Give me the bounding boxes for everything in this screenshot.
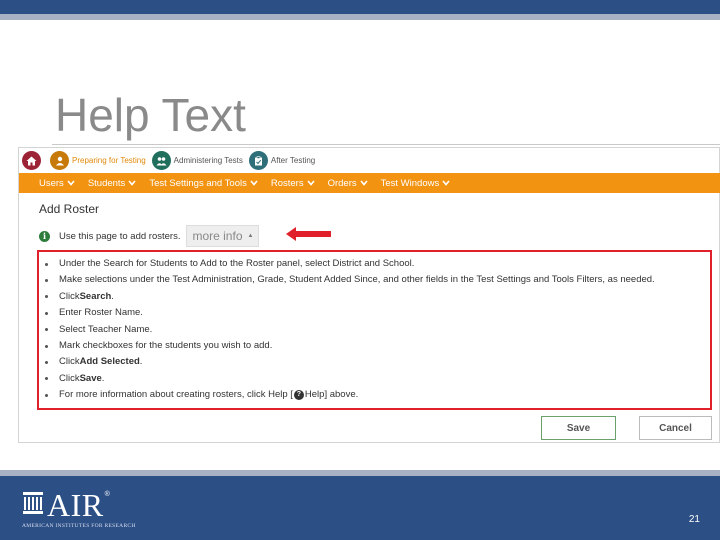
- title-divider: [52, 144, 720, 145]
- chevron-down-icon: [67, 180, 75, 186]
- help-item-text: Click: [59, 290, 80, 302]
- help-item-text: Help] above.: [304, 389, 359, 401]
- help-item-bold: Save: [79, 372, 102, 384]
- crumb-label: After Testing: [270, 156, 316, 165]
- bullet: [45, 279, 48, 283]
- air-logo: AIR ®: [22, 487, 110, 523]
- more-info-label: more info: [192, 229, 243, 243]
- help-item-text: Click: [59, 372, 80, 384]
- list-item: Click Search.: [45, 289, 710, 305]
- help-item-text: Make selections under the Test Administr…: [59, 274, 655, 286]
- list-item: Enter Roster Name.: [45, 305, 710, 321]
- page-info: i Use this page to add rosters. more inf…: [39, 225, 260, 247]
- help-item-bold: Search: [79, 290, 112, 302]
- bullet: [45, 311, 48, 315]
- info-icon: i: [39, 230, 50, 242]
- nav-label: Rosters: [270, 177, 304, 189]
- breadcrumb: Preparing for Testing Administering Test…: [19, 148, 720, 173]
- list-item: For more information about creating rost…: [45, 387, 710, 403]
- help-item-text: Under the Search for Students to Add to …: [59, 258, 415, 269]
- chevron-down-icon: [306, 180, 315, 186]
- top-banner: [0, 0, 720, 14]
- help-question-icon: ?: [293, 390, 304, 401]
- list-item: Mark checkboxes for the students you wis…: [45, 338, 710, 354]
- chevron-down-icon: [442, 180, 450, 186]
- user-icon: [50, 151, 69, 170]
- help-item-text: .: [111, 290, 114, 302]
- page-heading: Add Roster: [39, 202, 100, 216]
- cancel-button[interactable]: Cancel: [639, 416, 712, 440]
- nav-test-settings-and-tools[interactable]: Test Settings and Tools: [149, 178, 258, 189]
- nav-students[interactable]: Students: [88, 178, 137, 189]
- crumb-preparing-for-testing[interactable]: Preparing for Testing: [50, 151, 146, 170]
- bullet: [45, 361, 48, 365]
- nav-test-windows[interactable]: Test Windows: [381, 178, 451, 189]
- nav-users[interactable]: Users: [39, 178, 75, 189]
- page-number: 21: [688, 514, 700, 525]
- bullet: [45, 262, 48, 266]
- help-list: Under the Search for Students to Add to …: [45, 256, 710, 404]
- crumb-administering-tests[interactable]: Administering Tests: [151, 151, 243, 170]
- help-item-text: Select Teacher Name.: [59, 323, 153, 335]
- help-item-text: Click: [59, 356, 80, 368]
- caret-up-icon: ▲: [247, 233, 254, 239]
- help-item-text: .: [139, 356, 143, 368]
- help-item-text: For more information about creating rost…: [59, 389, 293, 401]
- nav-rosters[interactable]: Rosters: [271, 178, 315, 189]
- chevron-down-icon: [360, 180, 368, 186]
- logo-text: AIR: [47, 487, 104, 523]
- save-button[interactable]: Save: [541, 416, 616, 440]
- clipboard-icon: [248, 151, 268, 170]
- crumb-label: Preparing for Testing: [72, 156, 146, 165]
- nav-label: Students: [87, 177, 126, 189]
- people-icon: [151, 151, 171, 170]
- help-item-bold: Add Selected: [79, 356, 140, 368]
- air-building-icon: [23, 492, 43, 514]
- list-item: Make selections under the Test Administr…: [45, 272, 710, 288]
- nav-label: Test Settings and Tools: [149, 177, 247, 189]
- crumb-home[interactable]: [22, 151, 44, 170]
- help-item-text: Mark checkboxes for the students you wis…: [59, 339, 273, 351]
- nav-label: Orders: [327, 177, 357, 189]
- help-item-text: .: [101, 372, 105, 384]
- logo-registered: ®: [104, 491, 110, 498]
- arrow-left-icon: [286, 227, 331, 241]
- top-banner-stripe: [0, 14, 720, 20]
- list-item: Click Save.: [45, 371, 710, 387]
- bullet: [45, 295, 48, 299]
- embedded-screenshot: Preparing for Testing Administering Test…: [18, 147, 720, 443]
- nav-label: Test Windows: [380, 177, 440, 189]
- crumb-label: Administering Tests: [173, 156, 243, 165]
- footer: AIR ® AMERICAN INSTITUTES FOR RESEARCH 2…: [0, 476, 720, 540]
- bullet: [45, 393, 48, 397]
- main-nav: Users Students Test Settings and Tools R…: [19, 173, 720, 193]
- list-item: Select Teacher Name.: [45, 322, 710, 338]
- bullet: [45, 344, 48, 348]
- info-text: Use this page to add rosters.: [59, 230, 181, 242]
- nav-label: Users: [39, 177, 64, 189]
- more-info-button[interactable]: more info ▲: [186, 225, 260, 247]
- nav-orders[interactable]: Orders: [328, 178, 368, 189]
- chevron-down-icon: [250, 180, 258, 186]
- home-icon: [22, 151, 41, 170]
- chevron-down-icon: [128, 180, 136, 186]
- help-item-text: Enter Roster Name.: [59, 307, 143, 319]
- bullet: [45, 377, 48, 381]
- slide-title: Help Text: [55, 89, 246, 141]
- help-text-panel: Under the Search for Students to Add to …: [37, 250, 712, 410]
- logo-subtitle: AMERICAN INSTITUTES FOR RESEARCH: [22, 523, 136, 529]
- list-item: Under the Search for Students to Add to …: [45, 256, 710, 272]
- crumb-after-testing[interactable]: After Testing: [248, 151, 316, 170]
- bullet: [45, 328, 48, 332]
- list-item: Click Add Selected.: [45, 354, 710, 370]
